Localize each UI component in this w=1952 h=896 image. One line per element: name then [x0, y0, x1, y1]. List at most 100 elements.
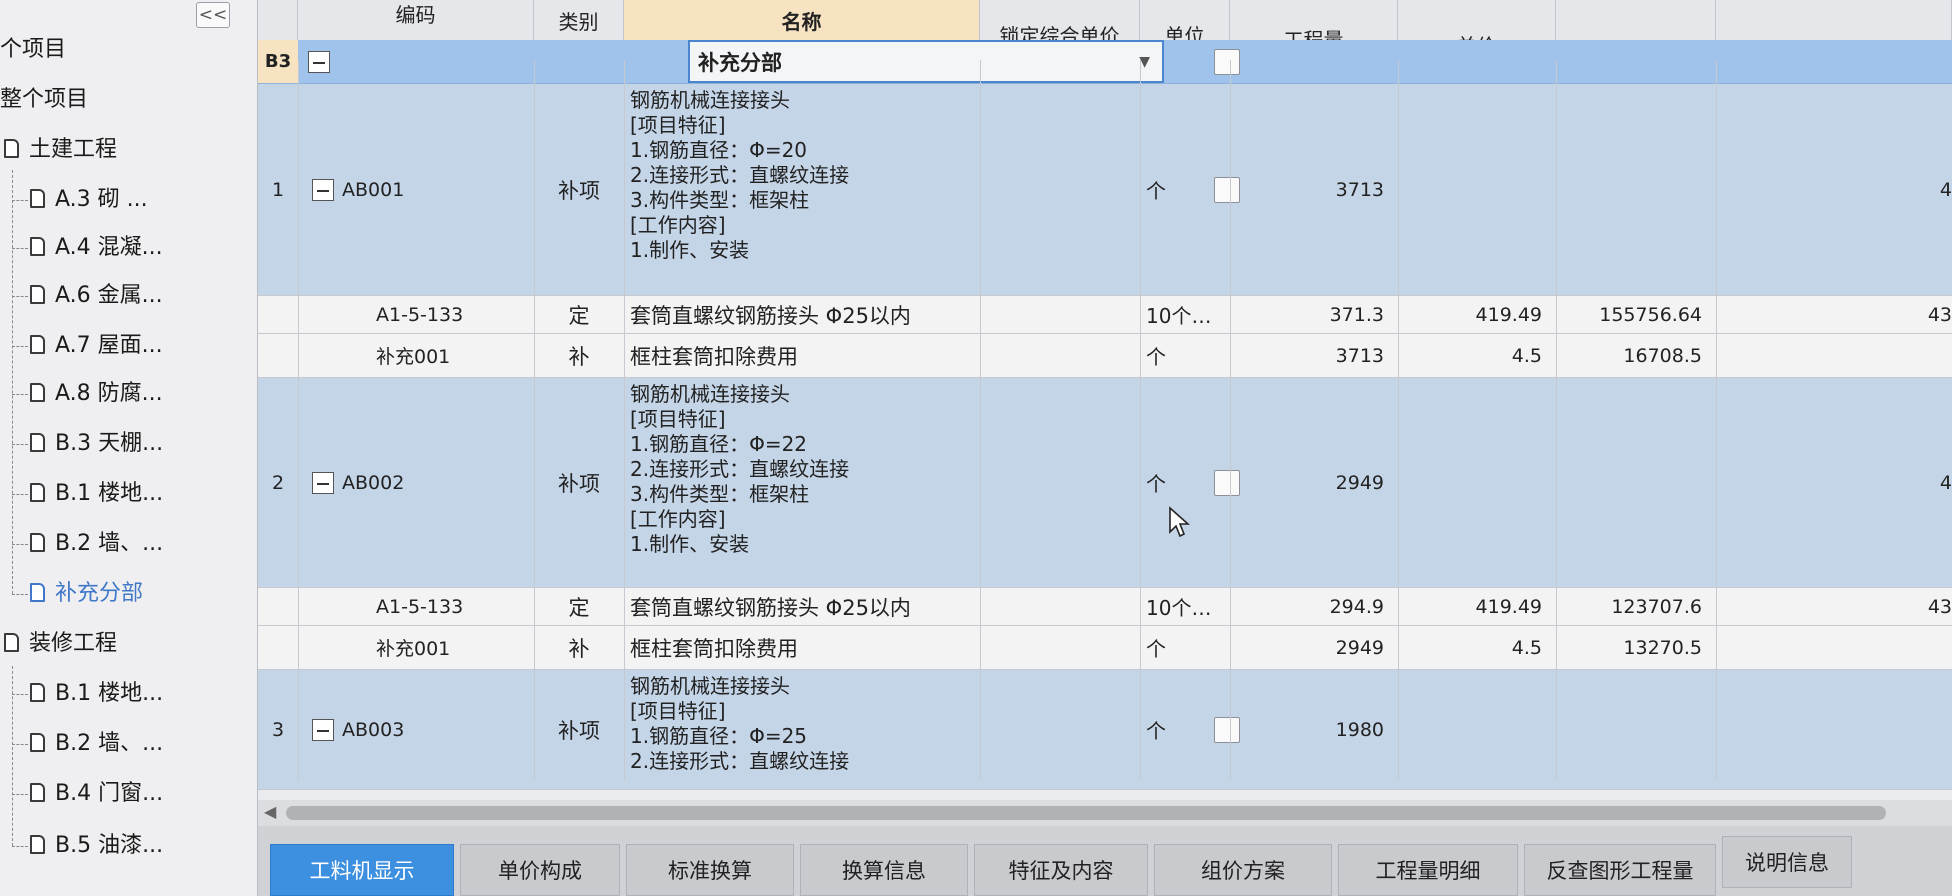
row-type[interactable]: 补项 [534, 670, 624, 789]
tree-item[interactable]: 补充分部 [30, 572, 143, 616]
table-row[interactable]: 2 AB002 补项 个 2949 4 钢筋机械连接接头 [项目特征] 1.钢筋直径：Φ=22 2… [258, 378, 1952, 588]
table-row[interactable]: 1 AB001 补项 个 3713 4 钢筋机械连接接头 [项目特征] 1.钢筋直径：Φ=20 2… [258, 84, 1952, 296]
tree-item[interactable]: 个项目 [0, 28, 66, 72]
row-name[interactable]: 套筒直螺纹钢筋接头 Φ25以内 [630, 588, 980, 625]
tree-item[interactable]: B.5 油漆... [30, 824, 163, 868]
row-unit[interactable]: 10个… [1146, 588, 1230, 625]
row-seq[interactable]: 2 [258, 378, 298, 587]
row-description[interactable]: 钢筋机械连接接头 [项目特征] 1.钢筋直径：Φ=25 2.连接形式：直螺纹连接 [630, 670, 980, 789]
row-quantity[interactable]: 294.9 [1230, 588, 1398, 625]
tree-item[interactable]: B.1 楼地... [30, 472, 163, 516]
tree-item[interactable]: A.6 金属... [30, 274, 163, 318]
collapse-toggle-icon[interactable] [312, 178, 334, 201]
table-row[interactable]: 补充001 补 框柱套筒扣除费用 个 3713 4.5 16708.5 [258, 334, 1952, 378]
tab[interactable]: 特征及内容 [974, 844, 1148, 896]
row-quantity[interactable]: 3713 [1230, 84, 1398, 295]
row-total[interactable]: 155756.64 [1556, 296, 1716, 333]
row-quantity[interactable]: 1980 [1230, 670, 1398, 789]
section-lock-checkbox[interactable] [1214, 40, 1244, 83]
lock-price-checkbox[interactable] [1214, 84, 1244, 295]
row-unit[interactable]: 个 [1146, 626, 1230, 669]
row-name[interactable]: 套筒直螺纹钢筋接头 Φ25以内 [630, 296, 980, 333]
collapse-tree-button[interactable]: << [196, 2, 230, 28]
row-code[interactable]: 补充001 [376, 626, 536, 669]
row-name[interactable]: 框柱套筒扣除费用 [630, 334, 980, 377]
row-unit[interactable]: 10个… [1146, 296, 1230, 333]
row-unit-price[interactable] [1398, 84, 1556, 295]
lock-price-checkbox[interactable] [1214, 378, 1244, 587]
lock-price-checkbox[interactable] [1214, 670, 1244, 789]
tree-item[interactable]: 装修工程 [4, 622, 117, 666]
tree-item[interactable]: B.2 墙、... [30, 522, 163, 566]
section-collapse-toggle[interactable] [308, 40, 338, 83]
row-code[interactable]: AB001 [312, 84, 532, 295]
table-row[interactable]: 补充001 补 框柱套筒扣除费用 个 2949 4.5 13270.5 [258, 626, 1952, 670]
row-code[interactable]: AB003 [312, 670, 532, 789]
horizontal-scrollbar[interactable]: ◀ [258, 800, 1952, 826]
tree-item[interactable]: B.1 楼地... [30, 672, 163, 716]
tab[interactable]: 反查图形工程量 [1524, 844, 1716, 896]
row-total[interactable]: 123707.6 [1556, 588, 1716, 625]
row-code[interactable]: 补充001 [376, 334, 536, 377]
table-row[interactable]: 3 AB003 补项 个 1980 钢筋机械连接接头 [项目特征] 1.钢筋直径：Φ=25 2.… [258, 670, 1952, 790]
scroll-left-icon[interactable]: ◀ [264, 802, 276, 821]
row-description[interactable]: 钢筋机械连接接头 [项目特征] 1.钢筋直径：Φ=22 2.连接形式：直螺纹连接 3.构… [630, 378, 980, 587]
tab[interactable]: 单价构成 [460, 844, 620, 896]
row-description[interactable]: 钢筋机械连接接头 [项目特征] 1.钢筋直径：Φ=20 2.连接形式：直螺纹连接 3.构… [630, 84, 980, 295]
row-name[interactable]: 框柱套筒扣除费用 [630, 626, 980, 669]
row-unit-price[interactable]: 419.49 [1398, 296, 1556, 333]
row-code[interactable]: AB002 [312, 378, 532, 587]
row-composite-price[interactable]: 43 [1716, 296, 1952, 333]
section-row[interactable]: B3 补充分部 ▼ [258, 40, 1952, 84]
row-total[interactable]: 13270.5 [1556, 626, 1716, 669]
row-unit-price[interactable] [1398, 378, 1556, 587]
row-unit[interactable]: 个 [1146, 334, 1230, 377]
row-composite-price[interactable]: 4 [1716, 378, 1952, 587]
row-unit-price[interactable]: 4.5 [1398, 626, 1556, 669]
row-type[interactable]: 补项 [534, 378, 624, 587]
row-type[interactable]: 定 [534, 588, 624, 625]
row-quantity[interactable]: 2949 [1230, 378, 1398, 587]
row-quantity[interactable]: 3713 [1230, 334, 1398, 377]
row-type[interactable]: 补项 [534, 84, 624, 295]
row-unit-price[interactable] [1398, 670, 1556, 789]
row-total[interactable] [1556, 84, 1716, 295]
row-total[interactable] [1556, 670, 1716, 789]
collapse-toggle-icon[interactable] [312, 718, 334, 741]
tab[interactable]: 工程量明细 [1338, 844, 1518, 896]
tab[interactable]: 标准换算 [626, 844, 794, 896]
tree-item[interactable]: A.3 砌 ... [30, 178, 148, 222]
collapse-toggle-icon[interactable] [312, 471, 334, 494]
tree-item[interactable]: A.4 混凝... [30, 226, 163, 270]
section-name-dropdown[interactable]: 补充分部 ▼ [688, 40, 1164, 83]
row-unit-price[interactable]: 419.49 [1398, 588, 1556, 625]
row-total[interactable] [1556, 378, 1716, 587]
row-composite-price[interactable]: 43 [1716, 588, 1952, 625]
row-type[interactable]: 补 [534, 626, 624, 669]
row-quantity[interactable]: 371.3 [1230, 296, 1398, 333]
row-seq[interactable]: 1 [258, 84, 298, 295]
row-composite-price[interactable] [1716, 334, 1952, 377]
tab[interactable]: 工料机显示 [270, 844, 454, 896]
row-unit-price[interactable]: 4.5 [1398, 334, 1556, 377]
row-total[interactable]: 16708.5 [1556, 334, 1716, 377]
row-composite-price[interactable] [1716, 626, 1952, 669]
table-row[interactable]: A1-5-133 定 套筒直螺纹钢筋接头 Φ25以内 10个… 371.3 419.49 1… [258, 296, 1952, 334]
row-composite-price[interactable] [1716, 670, 1952, 789]
row-code[interactable]: A1-5-133 [376, 588, 536, 625]
tab[interactable]: 组价方案 [1154, 844, 1332, 896]
tree-item[interactable]: 整个项目 [0, 78, 88, 122]
tree-item[interactable]: 土建工程 [4, 128, 117, 172]
tree-item[interactable]: A.7 屋面... [30, 324, 163, 368]
tab[interactable]: 换算信息 [800, 844, 968, 896]
tree-item[interactable]: B.3 天棚... [30, 422, 163, 466]
row-quantity[interactable]: 2949 [1230, 626, 1398, 669]
row-code[interactable]: A1-5-133 [376, 296, 536, 333]
tree-item[interactable]: B.2 墙、... [30, 722, 163, 766]
row-type[interactable]: 补 [534, 334, 624, 377]
row-seq[interactable]: 3 [258, 670, 298, 789]
row-type[interactable]: 定 [534, 296, 624, 333]
row-composite-price[interactable]: 4 [1716, 84, 1952, 295]
tree-item[interactable]: A.8 防腐... [30, 372, 163, 416]
table-row[interactable]: A1-5-133 定 套筒直螺纹钢筋接头 Φ25以内 10个… 294.9 419.49 1… [258, 588, 1952, 626]
